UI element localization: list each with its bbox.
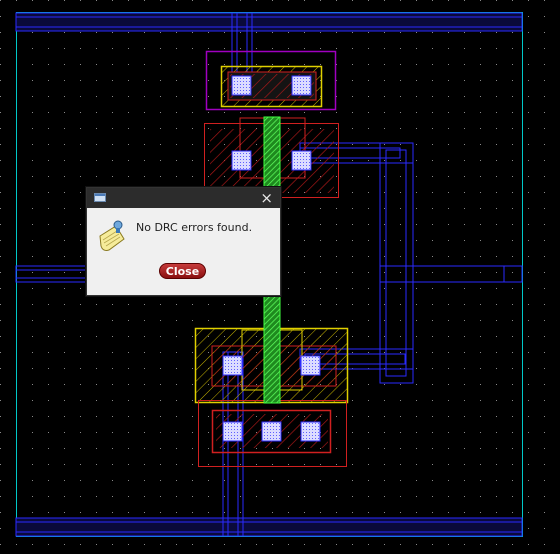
close-icon[interactable]: × — [260, 189, 273, 207]
dialog-message: No DRC errors found. — [136, 221, 253, 234]
drc-result-dialog: × No DRC errors found. Close — [86, 187, 281, 296]
dialog-titlebar[interactable]: × — [87, 188, 280, 208]
contact — [291, 75, 312, 96]
dialog-body: No DRC errors found. Close — [87, 208, 280, 294]
metal1-bottom-rail — [15, 517, 523, 537]
window-icon — [94, 193, 106, 202]
contact — [231, 150, 252, 171]
contact — [300, 421, 321, 442]
note-pin-icon — [99, 220, 125, 251]
contact — [261, 421, 282, 442]
contact — [300, 355, 321, 376]
contact — [222, 421, 243, 442]
close-button[interactable]: Close — [159, 263, 206, 279]
contact — [291, 150, 312, 171]
contact — [222, 355, 243, 376]
contact — [231, 75, 252, 96]
layout-canvas[interactable]: × No DRC errors found. Close — [0, 0, 560, 554]
metal1-top-rail — [15, 12, 523, 32]
